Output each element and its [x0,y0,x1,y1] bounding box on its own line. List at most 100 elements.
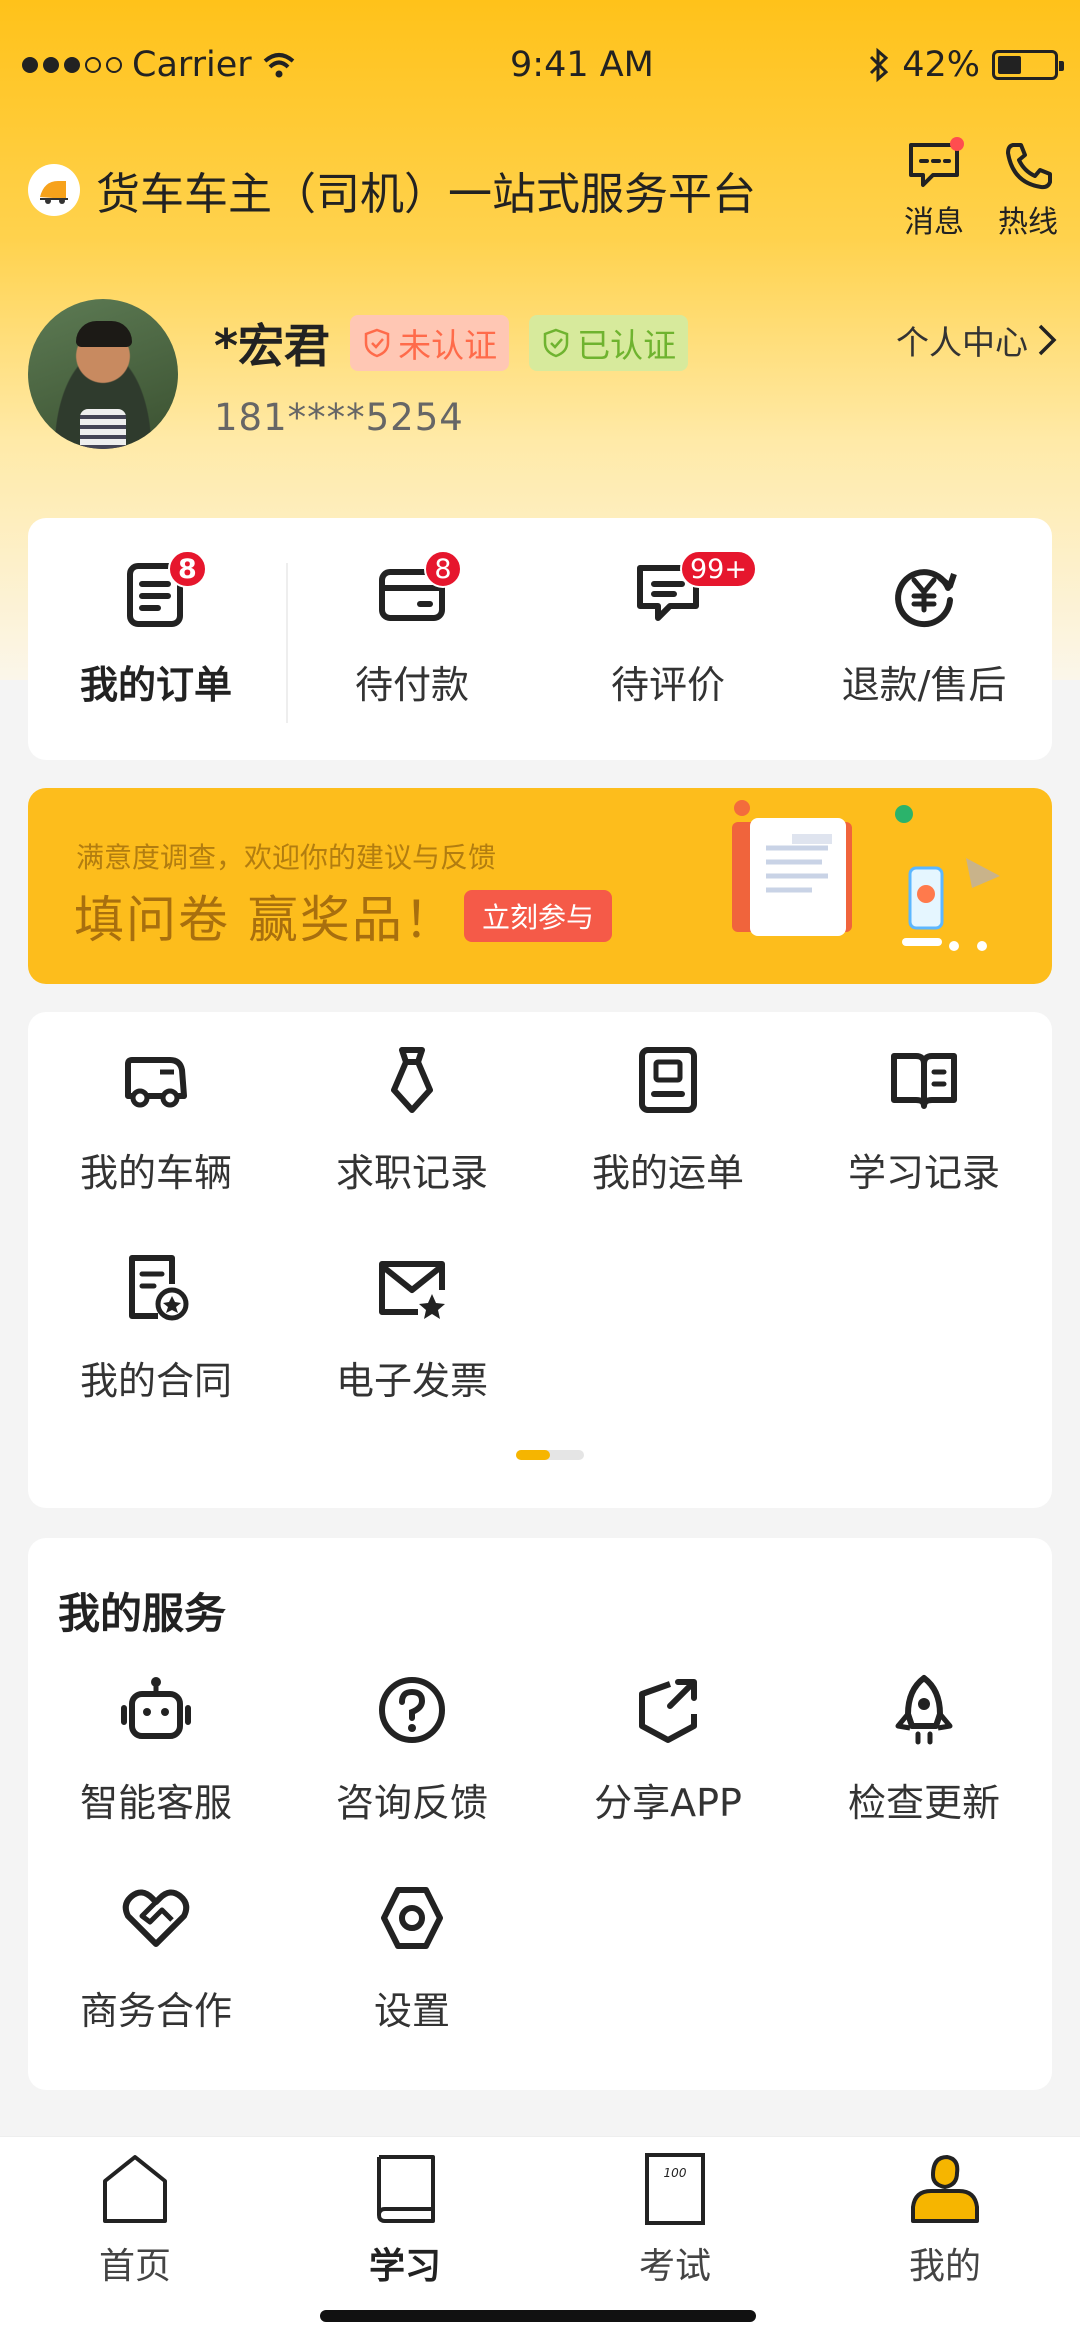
page-indicator [516,1450,584,1460]
chevron-right-icon [1038,324,1057,356]
service-label: 商务合作 [79,1989,232,2033]
order-item-refund[interactable]: 退款/售后 [796,518,1052,760]
battery-percent: 42% [902,45,980,85]
messages-label: 消息 [904,205,964,240]
tool-my-contracts[interactable]: 我的合同 [28,1250,284,1405]
handshake-icon [122,1889,190,1947]
hotline-button[interactable]: 热线 [998,139,1058,241]
tool-label: 求职记录 [335,1151,488,1195]
page-title: 货车车主（司机）一站式服务平台 [96,169,756,220]
service-share-app[interactable]: 分享APP [540,1672,796,1827]
service-check-update[interactable]: 检查更新 [796,1672,1052,1827]
refund-icon [895,569,957,628]
order-item-label: 待评价 [610,663,725,707]
avatar[interactable] [28,299,178,449]
truck-icon [125,1057,187,1108]
tool-label: 我的合同 [79,1359,232,1403]
service-label: 咨询反馈 [335,1781,488,1825]
hotline-label: 热线 [998,205,1058,240]
divider [286,563,288,723]
signal-icon [22,57,122,73]
service-label: 设置 [373,1989,450,2033]
order-item-label: 退款/售后 [841,663,1007,707]
survey-illustration [732,800,1000,951]
shield-check-icon [543,328,569,357]
services-card: 我的服务 智能客服 咨询反馈 分享APP 检查更新 商务合作 设置 [28,1538,1052,2090]
verified-label: 已认证 [577,325,677,365]
rocket-icon [895,1675,953,1745]
orders-card: 8 我的订单 8 待付款 99+ 待评价 退款/售后 [28,518,1052,760]
tool-study-records[interactable]: 学习记录 [796,1042,1052,1197]
tool-label: 我的车辆 [79,1151,232,1195]
tab-mine[interactable]: 我的 [810,2137,1080,2340]
user-name: *宏君 [214,318,331,373]
bluetooth-icon [870,47,889,83]
service-label: 检查更新 [847,1781,1000,1825]
app-logo [28,164,80,216]
unread-dot [950,137,964,151]
tool-label: 学习记录 [847,1151,1000,1195]
tool-my-waybills[interactable]: 我的运单 [540,1042,796,1197]
banner-subtitle: 满意度调查，欢迎你的建议与反馈 [76,841,497,874]
settings-icon [381,1887,443,1949]
tab-label: 我的 [908,2246,981,2287]
shield-icon [364,328,390,357]
tab-label: 首页 [98,2246,171,2287]
tab-label: 考试 [638,2246,711,2287]
verified-badge: 已认证 [529,314,689,371]
messages-button[interactable]: 消息 [904,137,964,241]
contract-icon [129,1255,189,1321]
order-item-label: 待付款 [354,663,469,707]
home-icon [103,2155,167,2223]
personal-center-label: 个人中心 [896,323,1028,362]
unverified-label: 未认证 [398,325,498,365]
service-label: 分享APP [594,1781,742,1825]
services-title: 我的服务 [58,1589,227,1638]
personal-center-link[interactable]: 个人中心 [896,316,1058,364]
tool-e-invoice[interactable]: 电子发票 [284,1250,540,1405]
study-book-icon [377,2155,435,2223]
tool-label: 我的运单 [591,1151,744,1195]
tools-card: 我的车辆 求职记录 我的运单 学习记录 我的合同 电子发票 [28,1012,1052,1508]
order-item-label: 我的订单 [79,663,232,707]
tool-my-vehicles[interactable]: 我的车辆 [28,1042,284,1197]
tool-job-records[interactable]: 求职记录 [284,1042,540,1197]
battery-icon [992,50,1064,80]
svg-text:100: 100 [664,2166,687,2180]
profile-section: *宏君 未认证 已认证 181****5254 个人中心 [28,298,1058,450]
profile-icon [911,2154,979,2223]
tab-label: 学习 [368,2246,441,2287]
survey-banner[interactable]: 满意度调查，欢迎你的建议与反馈 填问卷 赢奖品！ 立刻参与 [28,788,1052,984]
tie-icon [391,1047,433,1113]
unverified-badge[interactable]: 未认证 [350,314,510,371]
user-phone: 181****5254 [214,395,464,439]
count-badge: 99+ [680,550,757,588]
service-label: 智能客服 [79,1781,232,1825]
count-badge: 8 [424,550,462,588]
robot-icon [121,1677,191,1739]
count-badge: 8 [168,550,207,588]
order-item-pending-review[interactable]: 99+ 待评价 [540,518,796,760]
question-icon [379,1677,445,1743]
page-indicator-active [516,1450,550,1460]
book-open-icon [891,1053,957,1109]
tab-home[interactable]: 首页 [0,2137,270,2340]
banner-title: 填问卷 赢奖品！ [74,891,456,949]
order-item-pending-payment[interactable]: 8 待付款 [284,518,540,760]
home-indicator [320,2310,756,2322]
join-now-button[interactable]: 立刻参与 [464,890,613,942]
service-smart-support[interactable]: 智能客服 [28,1672,284,1827]
phone-icon [1006,143,1052,190]
carrier-label: Carrier [132,45,252,85]
service-business[interactable]: 商务合作 [28,1880,284,2035]
clock: 9:41 AM [510,45,654,85]
tool-label: 电子发票 [335,1359,488,1403]
waybill-icon [639,1047,697,1113]
status-bar: Carrier 9:41 AM 42% [0,0,1080,130]
exam-icon: 100 [645,2153,705,2225]
invoice-mail-icon [379,1261,445,1319]
service-settings[interactable]: 设置 [284,1880,540,2035]
app-header: 货车车主（司机）一站式服务平台 消息 热线 [28,135,1058,245]
service-feedback[interactable]: 咨询反馈 [284,1672,540,1827]
order-item-my-orders[interactable]: 8 我的订单 [28,518,284,760]
